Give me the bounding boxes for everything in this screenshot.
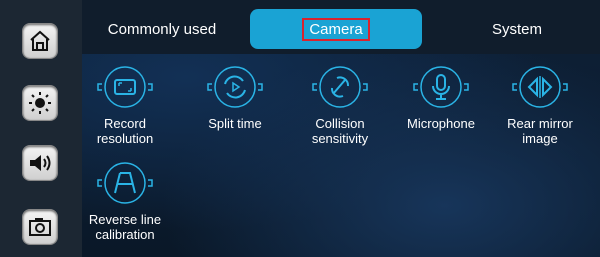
split-time-icon <box>207 66 263 108</box>
tab-bar: Commonly used Camera System <box>82 0 600 54</box>
volume-button[interactable] <box>23 146 57 180</box>
tab-label: System <box>491 20 542 38</box>
setting-label: Reverse line calibration <box>88 212 162 242</box>
main-panel: Commonly used Camera System Record resol… <box>82 0 600 257</box>
setting-label: Collision sensitivity <box>311 116 369 146</box>
setting-microphone[interactable]: Microphone <box>396 64 486 131</box>
home-icon <box>30 30 50 51</box>
mirror-icon <box>512 66 568 108</box>
setting-label: Record resolution <box>96 116 154 146</box>
setting-collision-sensitivity[interactable]: Collision sensitivity <box>295 64 385 146</box>
setting-reverse-line-calibration[interactable]: Reverse line calibration <box>80 160 170 242</box>
volume-icon <box>30 155 51 171</box>
reverse-line-icon <box>97 162 153 204</box>
resolution-icon <box>97 66 153 108</box>
setting-label: Microphone <box>407 116 475 131</box>
microphone-icon <box>413 66 469 108</box>
tab-label: Commonly used <box>107 20 217 38</box>
tab-commonly-used[interactable]: Commonly used <box>82 9 242 49</box>
setting-record-resolution[interactable]: Record resolution <box>80 64 170 146</box>
brightness-button[interactable] <box>23 86 57 120</box>
setting-label: Rear mirror image <box>507 116 573 146</box>
tab-label: Camera <box>302 17 370 41</box>
setting-rear-mirror-image[interactable]: Rear mirror image <box>495 64 585 146</box>
tab-camera[interactable]: Camera <box>250 9 422 49</box>
setting-split-time[interactable]: Split time <box>190 64 280 131</box>
tab-system[interactable]: System <box>442 9 592 49</box>
sidebar <box>0 0 82 257</box>
setting-label: Split time <box>208 116 262 131</box>
brightness-icon <box>29 92 51 114</box>
camera-icon <box>29 218 51 236</box>
home-button[interactable] <box>23 24 57 58</box>
collision-icon <box>312 66 368 108</box>
camera-button[interactable] <box>23 210 57 244</box>
